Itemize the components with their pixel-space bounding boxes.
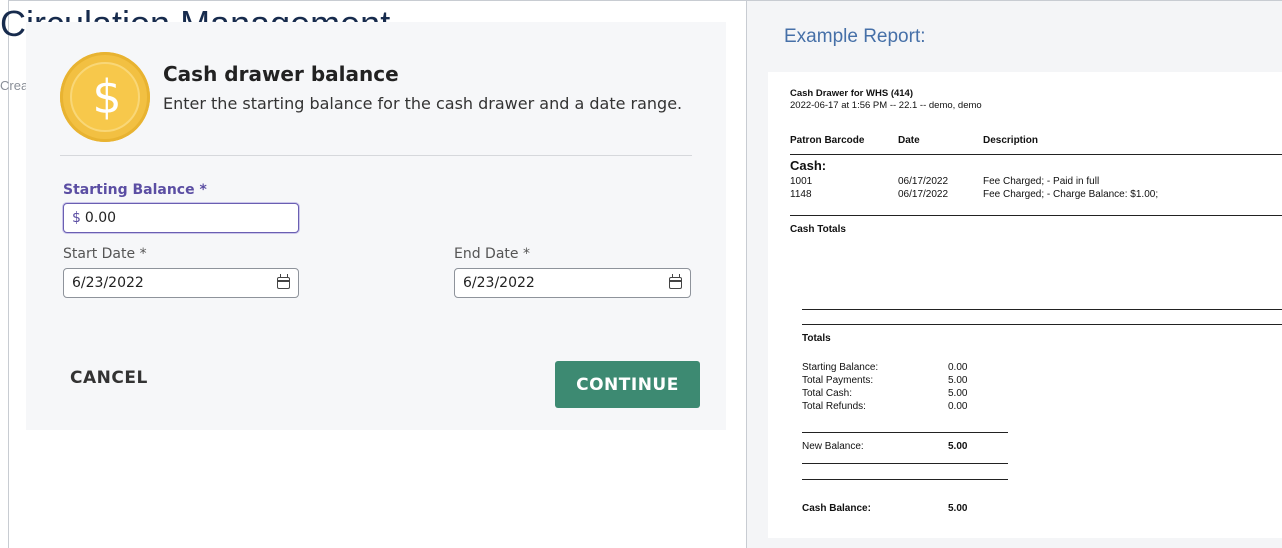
cancel-button[interactable]: CANCEL bbox=[70, 368, 148, 388]
table-cell: Fee Charged; - Charge Balance: $1.00; bbox=[983, 189, 1159, 200]
dollar-coin-icon: $ bbox=[60, 52, 150, 142]
currency-prefix: $ bbox=[72, 210, 81, 226]
cash-balance-value: 5.00 bbox=[948, 503, 968, 514]
totals-label: Total Cash: bbox=[802, 388, 853, 399]
starting-balance-label: Starting Balance * bbox=[63, 182, 207, 198]
starting-balance-input[interactable]: $ 0.00 bbox=[63, 203, 299, 233]
balance-rule bbox=[802, 432, 1008, 433]
start-date-value: 6/23/2022 bbox=[72, 275, 144, 291]
dialog-subtitle: Enter the starting balance for the cash … bbox=[163, 94, 683, 113]
end-date-value: 6/23/2022 bbox=[463, 275, 535, 291]
totals-label: Starting Balance: bbox=[802, 362, 879, 373]
totals-rule bbox=[802, 324, 1282, 325]
balance-rule bbox=[802, 479, 1008, 480]
calendar-icon[interactable] bbox=[669, 274, 682, 289]
end-date-input[interactable]: 6/23/2022 bbox=[454, 268, 691, 298]
totals-value: 0.00 bbox=[948, 401, 968, 412]
header-rule bbox=[790, 154, 1282, 155]
new-balance-label: New Balance: bbox=[802, 441, 864, 452]
column-header: Date bbox=[898, 135, 920, 146]
table-cell: 1001 bbox=[790, 176, 813, 187]
end-date-label: End Date * bbox=[454, 246, 530, 262]
report-subtitle: 2022-06-17 at 1:56 PM -- 22.1 -- demo, d… bbox=[790, 100, 982, 111]
column-header: Description bbox=[983, 135, 1039, 146]
continue-button[interactable]: CONTINUE bbox=[555, 361, 700, 408]
totals-heading: Totals bbox=[802, 333, 831, 344]
calendar-icon[interactable] bbox=[277, 274, 290, 289]
cash-balance-label: Cash Balance: bbox=[802, 503, 871, 514]
totals-value: 5.00 bbox=[948, 388, 968, 399]
example-report-label: Example Report: bbox=[784, 26, 926, 47]
example-report: Cash Drawer for WHS (414) 2022-06-17 at … bbox=[768, 72, 1282, 538]
table-cell: 1148 bbox=[790, 189, 812, 200]
table-cell: 06/17/2022 bbox=[898, 176, 949, 187]
cash-drawer-dialog: $ Cash drawer balance Enter the starting… bbox=[26, 22, 726, 430]
column-header: Patron Barcode bbox=[790, 135, 865, 146]
dollar-glyph: $ bbox=[92, 70, 122, 124]
dialog-title: Cash drawer balance bbox=[163, 62, 399, 86]
start-date-label: Start Date * bbox=[63, 246, 147, 262]
table-cell: Fee Charged; - Paid in full bbox=[983, 176, 1100, 187]
dialog-divider bbox=[60, 155, 692, 156]
new-balance-value: 5.00 bbox=[948, 441, 968, 452]
totals-label: Total Payments: bbox=[802, 375, 874, 386]
balance-rule bbox=[802, 463, 1008, 464]
cash-totals-label: Cash Totals bbox=[790, 224, 846, 235]
totals-value: 5.00 bbox=[948, 375, 968, 386]
column-divider bbox=[746, 0, 747, 548]
totals-label: Total Refunds: bbox=[802, 401, 866, 412]
totals-value: 0.00 bbox=[948, 362, 968, 373]
table-cell: 06/17/2022 bbox=[898, 189, 949, 200]
report-title: Cash Drawer for WHS (414) bbox=[790, 88, 914, 99]
rows-rule bbox=[790, 215, 1282, 216]
totals-rule-top bbox=[802, 309, 1282, 310]
starting-balance-value: 0.00 bbox=[84, 210, 117, 226]
start-date-input[interactable]: 6/23/2022 bbox=[63, 268, 299, 298]
section-heading: Cash: bbox=[790, 158, 827, 173]
